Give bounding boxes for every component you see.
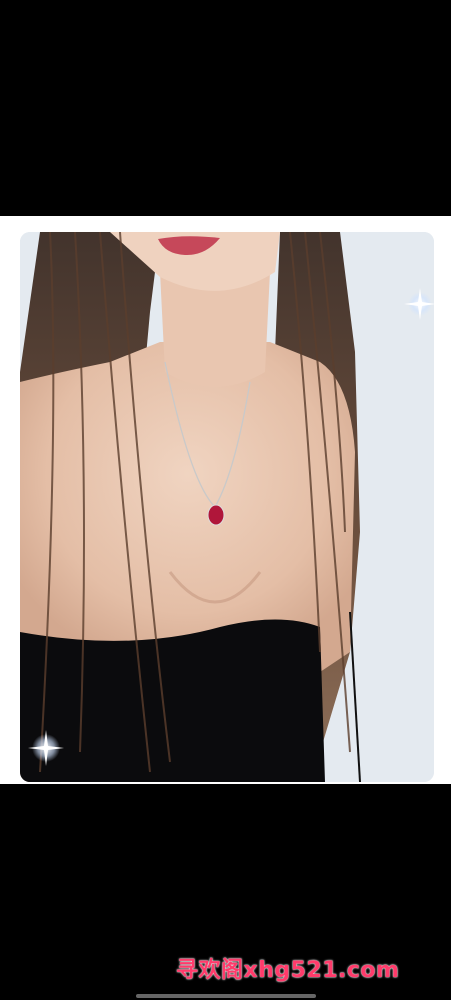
- home-indicator[interactable]: [136, 994, 316, 998]
- watermark-text: 寻欢阁xhg521.com: [176, 958, 400, 983]
- black-dress: [20, 619, 325, 782]
- necklace-pendant: [207, 504, 225, 526]
- top-black-band: [0, 0, 451, 216]
- photo-image[interactable]: [20, 232, 434, 782]
